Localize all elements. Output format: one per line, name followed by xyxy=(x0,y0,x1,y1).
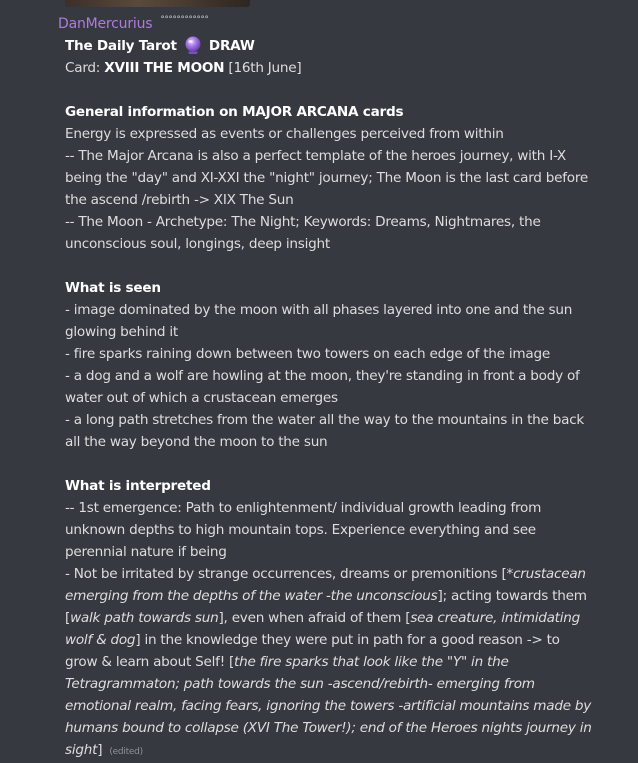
message-content: The Daily Tarot DRAW Card: XVIII THE MOO… xyxy=(65,35,595,763)
card-label: Card: xyxy=(65,60,101,76)
general-line: Energy is expressed as events or challen… xyxy=(65,126,504,142)
embed-image-thumbnail[interactable] xyxy=(65,0,250,7)
seen-line: - a dog and a wolf are howling at the mo… xyxy=(65,368,580,406)
interpreted-line: - Not be irritated by strange occurrence… xyxy=(65,563,595,763)
username[interactable]: DanMercurius xyxy=(58,16,153,32)
card-line: Card: XVIII THE MOON [16th June] xyxy=(65,57,595,79)
interpreted-line: -- 1st emergence: Path to enlightenment/… xyxy=(65,500,542,560)
section-heading-interpreted: What is interpreted xyxy=(65,475,595,497)
text-run: ] xyxy=(97,742,103,758)
general-line: -- The Major Arcana is also a perfect te… xyxy=(65,148,589,208)
seen-line: - a long path stretches from the water a… xyxy=(65,412,585,450)
card-date: [16th June] xyxy=(228,60,302,76)
text-run: - Not be irritated by strange occurrence… xyxy=(65,566,507,582)
title-draw-text: DRAW xyxy=(208,38,255,54)
message-title-line: The Daily Tarot DRAW xyxy=(65,35,595,57)
italic-run: walk path towards sun xyxy=(70,610,219,626)
title-text: The Daily Tarot xyxy=(65,38,177,54)
section-heading-seen: What is seen xyxy=(65,277,595,299)
text-run: ], even when afraid of them [ xyxy=(218,610,411,626)
section-heading-text: What is interpreted xyxy=(65,478,211,494)
card-name: XVIII THE MOON xyxy=(104,60,225,76)
username-decoration: °°°°°°°°°°°° xyxy=(160,15,209,25)
seen-line: - fire sparks raining down between two t… xyxy=(65,346,550,362)
message-author-row: DanMercurius °°°°°°°°°°°° xyxy=(58,14,209,34)
general-line: -- The Moon - Archetype: The Night; Keyw… xyxy=(65,214,541,252)
section-heading-text: What is seen xyxy=(65,280,161,296)
section-heading-general: General information on MAJOR ARCANA card… xyxy=(65,101,595,123)
section-heading-text: General information on MAJOR ARCANA card… xyxy=(65,104,404,120)
crystal-ball-icon[interactable] xyxy=(183,35,203,55)
seen-line: - image dominated by the moon with all p… xyxy=(65,302,573,340)
